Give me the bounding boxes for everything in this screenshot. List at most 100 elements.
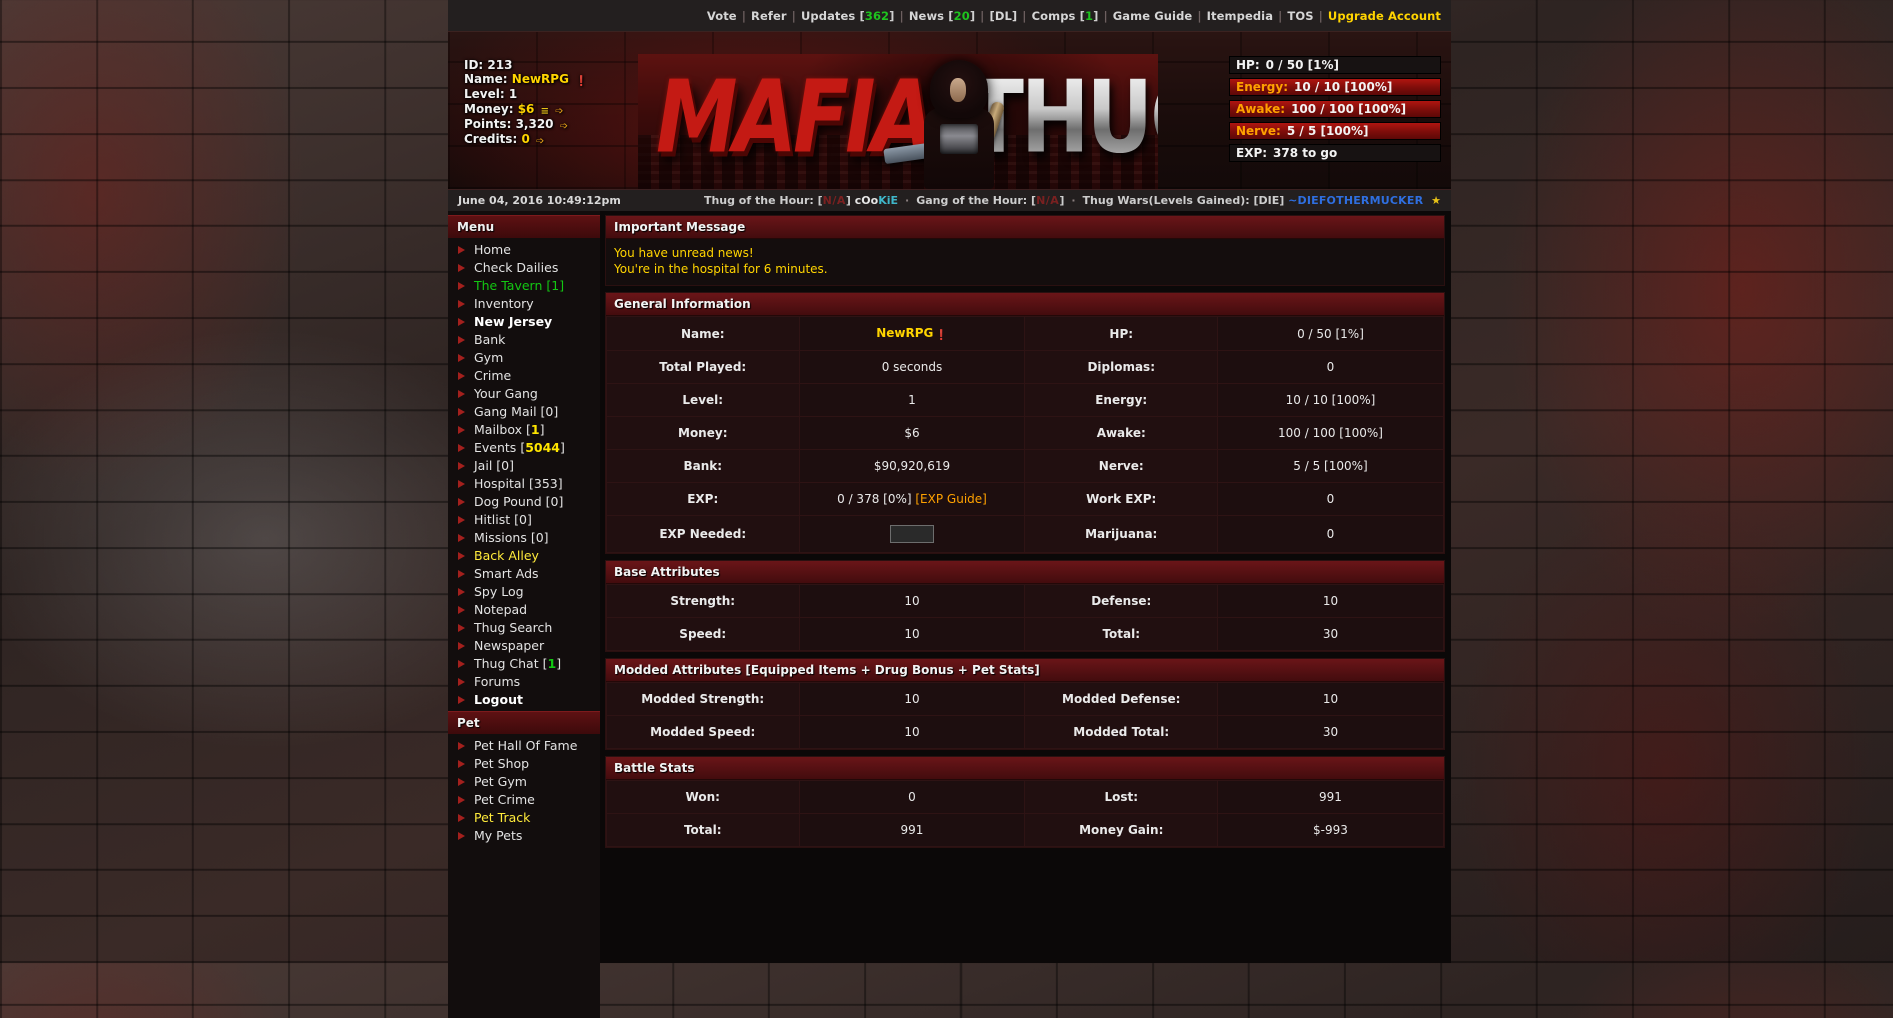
stat-value: $90,920,619 — [798, 449, 1026, 483]
stat-value: 0 / 378 [0%] [EXP Guide] — [798, 482, 1026, 516]
sidebar-item-jail[interactable]: Jail [0] — [448, 457, 600, 475]
sidebar-item-gym[interactable]: Gym — [448, 349, 600, 367]
table-row: EXP: 0 / 378 [0%] [EXP Guide] Work EXP: 0 — [606, 482, 1445, 516]
player-points-value: 3,320 — [515, 116, 554, 131]
sidebar-item-thug-search[interactable]: Thug Search — [448, 619, 600, 637]
nav-link-itempedia[interactable]: Itempedia — [1207, 9, 1273, 23]
sidebar-item-bank[interactable]: Bank — [448, 331, 600, 349]
player-credits-label: Credits: — [464, 131, 518, 146]
sidebar-item-gang-mail[interactable]: Gang Mail [0] — [448, 403, 600, 421]
arrow-right-icon — [458, 300, 465, 308]
player-name-value: NewRPG — [876, 326, 934, 340]
stat-value: 0 seconds — [798, 350, 1026, 384]
stat-value: 991 — [798, 813, 1026, 847]
sidebar-item-smart-ads[interactable]: Smart Ads — [448, 565, 600, 583]
sidebar-menu-list: Home Check Dailies The Tavern [1] Inventory… — [448, 238, 600, 711]
sidebar-item-events[interactable]: Events [5044] — [448, 439, 600, 457]
menu-item-label: Smart Ads — [474, 566, 539, 581]
nav-link-news[interactable]: News — [909, 9, 944, 23]
arrow-right-icon — [458, 408, 465, 416]
sidebar-pet-item-pet-hall-of-fame[interactable]: Pet Hall Of Fame — [448, 737, 600, 755]
hooded-thug-figure-icon — [883, 58, 1020, 189]
nav-link-game-guide[interactable]: Game Guide — [1113, 9, 1193, 23]
bracket-close: ] — [1059, 194, 1065, 207]
exp-guide-link[interactable]: [EXP Guide] — [915, 492, 986, 506]
sidebar-pet-item-pet-gym[interactable]: Pet Gym — [448, 773, 600, 791]
nav-link-upgrade-account[interactable]: Upgrade Account — [1328, 9, 1441, 23]
arrow-right-icon[interactable]: ➩ — [536, 136, 544, 147]
table-row: Strength: 10 Defense: 10 — [606, 584, 1445, 618]
sidebar-pet-item-my-pets[interactable]: My Pets — [448, 827, 600, 845]
sidebar-item-new-jersey[interactable]: New Jersey — [448, 313, 600, 331]
sidebar-pet-item-pet-track[interactable]: Pet Track — [448, 809, 600, 827]
sidebar-item-check-dailies[interactable]: Check Dailies — [448, 259, 600, 277]
stat-value[interactable] — [798, 515, 1026, 553]
menu-item-label: Pet Hall Of Fame — [474, 738, 578, 753]
arrow-right-icon — [458, 426, 465, 434]
sidebar-item-back-alley[interactable]: Back Alley — [448, 547, 600, 565]
nav-separator: | — [1318, 8, 1323, 23]
sidebar-item-spy-log[interactable]: Spy Log — [448, 583, 600, 601]
stat-label: Lost: — [1024, 780, 1218, 814]
menu-item-label: Pet Crime — [474, 792, 535, 807]
sidebar-item-hospital[interactable]: Hospital [353] — [448, 475, 600, 493]
stat-label: EXP: — [606, 482, 800, 516]
sidebar-item-logout[interactable]: Logout — [448, 691, 600, 709]
sidebar-item-inventory[interactable]: Inventory — [448, 295, 600, 313]
sidebar-item-forums[interactable]: Forums — [448, 673, 600, 691]
nav-link-tos[interactable]: TOS — [1287, 9, 1313, 23]
stat-value: 10 — [798, 584, 1026, 618]
stat-label: Won: — [606, 780, 800, 814]
stat-label: Total: — [1024, 617, 1218, 651]
table-row: Modded Strength: 10 Modded Defense: 10 — [606, 682, 1445, 716]
stat-label: Bank: — [606, 449, 800, 483]
sidebar-item-missions[interactable]: Missions [0] — [448, 529, 600, 547]
arrow-right-icon — [458, 318, 465, 326]
menu-item-label: Home — [474, 242, 511, 257]
gang-of-the-hour: Gang of the Hour: [N/A] — [916, 194, 1064, 207]
nav-link-refer[interactable]: Refer — [751, 9, 787, 23]
stat-label: Marijuana: — [1024, 515, 1218, 553]
status-bar-value: 100 / 100 [100%] — [1291, 102, 1407, 116]
stat-value: 10 — [798, 715, 1026, 749]
stat-label: Defense: — [1024, 584, 1218, 618]
nav-link-comps[interactable]: Comps — [1032, 9, 1076, 23]
menu-item-label: New Jersey — [474, 314, 553, 329]
thug-wars: Thug Wars(Levels Gained): [DIE] ~DIEFOTH… — [1083, 194, 1441, 207]
table-row: EXP Needed: Marijuana: 0 — [606, 515, 1445, 553]
menu-item-label: Forums — [474, 674, 521, 689]
sidebar-item-crime[interactable]: Crime — [448, 367, 600, 385]
arrow-right-icon[interactable]: ➩ — [560, 121, 568, 132]
sidebar-item-newspaper[interactable]: Newspaper — [448, 637, 600, 655]
stat-value: 10 — [1216, 682, 1445, 716]
sidebar-pet-item-pet-crime[interactable]: Pet Crime — [448, 791, 600, 809]
arrow-right-icon — [458, 534, 465, 542]
table-row: Won: 0 Lost: 991 — [606, 780, 1445, 814]
sidebar-item-mailbox[interactable]: Mailbox [1] — [448, 421, 600, 439]
battle-stats-panel: Battle Stats Won: 0 Lost: 991 Total: 991 Money… — [605, 756, 1445, 848]
status-bar-awake: Awake: 100 / 100 [100%] — [1229, 100, 1441, 118]
thug-wars-winner-name[interactable]: ~DIEFOTHERMUCKER — [1288, 194, 1423, 207]
sidebar-item-home[interactable]: Home — [448, 241, 600, 259]
player-id-label: ID: — [464, 58, 484, 72]
stat-label: HP: — [1024, 316, 1218, 351]
bars-icon[interactable]: ≡ — [541, 106, 549, 117]
sidebar-item-hitlist[interactable]: Hitlist [0] — [448, 511, 600, 529]
base-attributes-panel: Base Attributes Strength: 10 Defense: 10 Spe… — [605, 560, 1445, 652]
arrow-right-icon[interactable]: ➩ — [555, 106, 563, 117]
sidebar-pet-item-pet-shop[interactable]: Pet Shop — [448, 755, 600, 773]
arrow-right-icon — [458, 588, 465, 596]
sidebar-item-dog-pound[interactable]: Dog Pound [0] — [448, 493, 600, 511]
nav-link-vote[interactable]: Vote — [707, 9, 737, 23]
exp-needed-input[interactable] — [889, 525, 934, 543]
sidebar-item-thug-chat[interactable]: Thug Chat [1] — [448, 655, 600, 673]
menu-item-label: Your Gang — [474, 386, 538, 401]
nav-link-dl[interactable]: [DL] — [989, 9, 1017, 23]
thug-of-the-hour-name[interactable]: cOoKiE — [855, 194, 898, 207]
sidebar-item-your-gang[interactable]: Your Gang — [448, 385, 600, 403]
nav-link-updates[interactable]: Updates — [801, 9, 855, 23]
status-bar-value: 378 to go — [1273, 146, 1338, 160]
sidebar-item-notepad[interactable]: Notepad — [448, 601, 600, 619]
arrow-right-icon — [458, 570, 465, 578]
sidebar-item-the-tavern[interactable]: The Tavern [1] — [448, 277, 600, 295]
